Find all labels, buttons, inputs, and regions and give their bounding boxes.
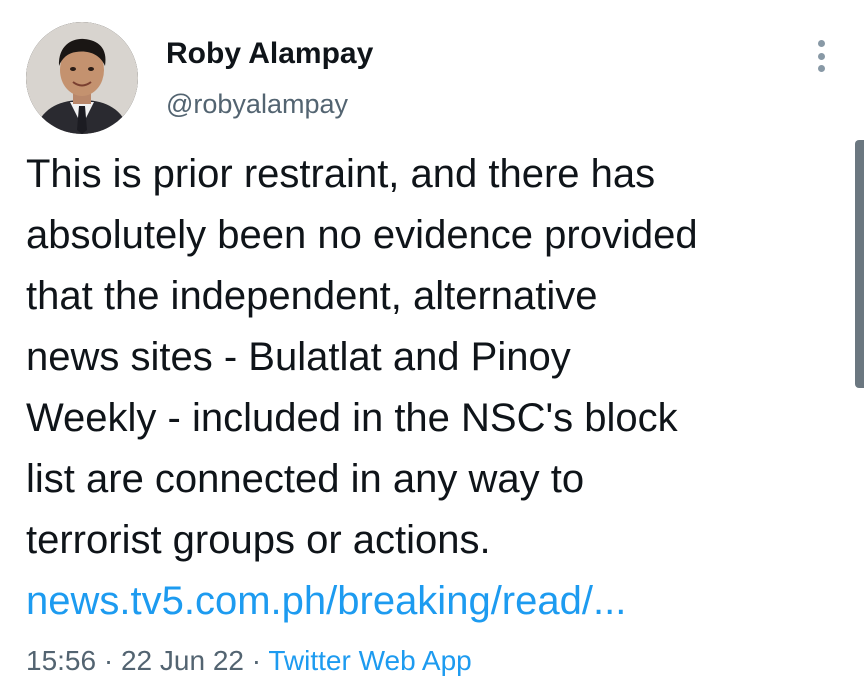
tweet-time[interactable]: 15:56 [26,645,96,676]
tweet-text-line: absolutely been no evidence provided [26,213,698,257]
avatar[interactable] [26,22,138,134]
meta-separator: · [103,645,114,676]
tweet-link[interactable]: news.tv5.com.ph/breaking/read/... [26,571,836,632]
tweet-source[interactable]: Twitter Web App [268,645,471,676]
tweet-text-line: This is prior restraint, and there has [26,152,656,196]
tweet-card: Roby Alampay @robyalampay This is prior … [0,0,864,696]
meta-separator: · [251,645,262,676]
author-block: Roby Alampay @robyalampay [166,36,373,120]
tweet-date[interactable]: 22 Jun 22 [121,645,244,676]
more-options-icon[interactable] [808,40,834,72]
tweet-meta: 15:56 · 22 Jun 22 · Twitter Web App [26,644,472,678]
tweet-text-line: list are connected in any way to [26,457,585,501]
author-handle[interactable]: @robyalampay [166,88,373,120]
dot-icon [817,52,825,60]
scrollbar[interactable] [855,140,864,388]
tweet-text-line: Weekly - included in the NSC's block [26,396,678,440]
tweet-text: This is prior restraint, and there has a… [26,144,836,632]
author-name[interactable]: Roby Alampay [166,36,373,72]
tweet-text-line: that the independent, alternative [26,274,598,318]
dot-icon [817,65,825,72]
avatar-image [26,22,138,134]
tweet-text-line: news sites - Bulatlat and Pinoy [26,335,571,379]
tweet-text-line: terrorist groups or actions. [26,518,491,562]
dot-icon [817,40,825,47]
